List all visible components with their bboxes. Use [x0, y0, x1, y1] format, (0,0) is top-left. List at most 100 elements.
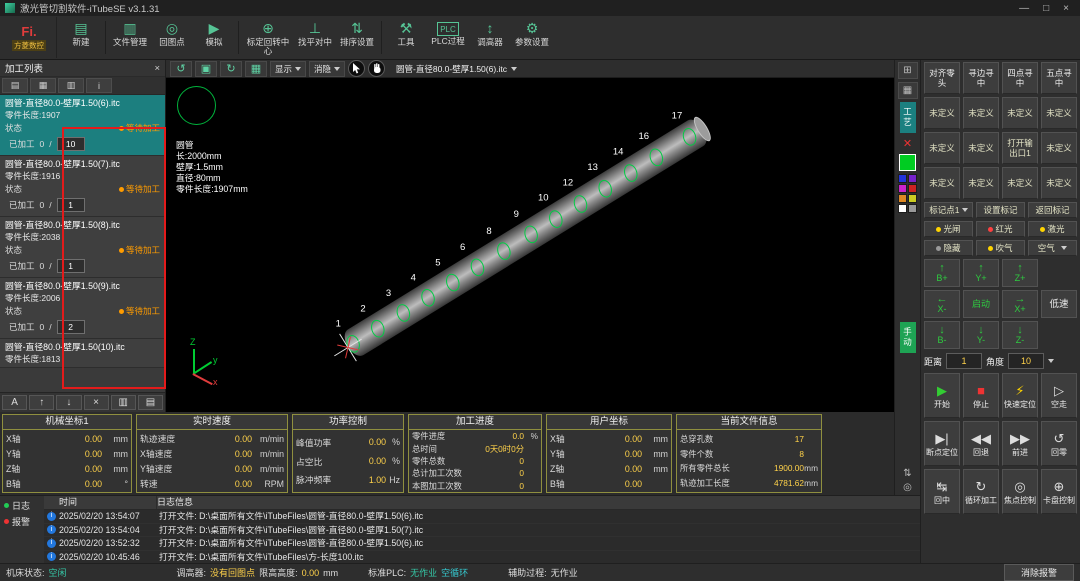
macro-button[interactable]: 未定义: [1002, 97, 1038, 129]
scroll-arrows-icon[interactable]: ⇅: [903, 468, 911, 479]
blow-toggle[interactable]: 吹气: [976, 240, 1025, 256]
capture-icon[interactable]: ⊞: [897, 62, 918, 79]
toolbar-simulate[interactable]: ▶ 模拟: [193, 17, 235, 58]
hide-menu[interactable]: 消隐: [309, 60, 346, 77]
color-swatch[interactable]: [898, 184, 907, 193]
five-point-center-button[interactable]: 五点寻中: [1041, 62, 1077, 94]
jog-b-minus[interactable]: ↓ B-: [924, 321, 960, 349]
column-view-icon[interactable]: ▥: [58, 78, 84, 93]
macro-button[interactable]: 未定义: [963, 167, 999, 199]
color-swatch[interactable]: [908, 184, 917, 193]
distance-input[interactable]: 1: [946, 353, 983, 369]
display-menu[interactable]: 显示: [270, 60, 307, 77]
list-item[interactable]: 圆管-直径80.0-壁厚1.50(9).itc 零件长度:2006 状态 等待加…: [0, 278, 165, 339]
jog-y-plus[interactable]: ↑ Y+: [963, 259, 999, 287]
clear-alarm-button[interactable]: 消除报警: [1003, 564, 1074, 581]
pan-tool[interactable]: [368, 60, 386, 77]
slow-speed-toggle[interactable]: 低速: [1041, 290, 1077, 318]
toolbar-plc[interactable]: PLC PLC过程: [427, 17, 469, 58]
start-jog-button[interactable]: 启动: [963, 290, 999, 318]
jog-x-minus[interactable]: ← X-: [924, 290, 960, 318]
macro-button[interactable]: 未定义: [924, 97, 960, 129]
macro-button[interactable]: 未定义: [1041, 132, 1077, 164]
gas-dropdown[interactable]: 空气: [1028, 240, 1077, 256]
jog-y-minus[interactable]: ↓ Y-: [963, 321, 999, 349]
orbit-icon[interactable]: ↺: [170, 60, 192, 77]
return-marker-button[interactable]: 返回标记: [1028, 202, 1077, 218]
macro-button[interactable]: 未定义: [963, 97, 999, 129]
stop-button[interactable]: ■ 停止: [963, 373, 999, 418]
chevron-down-icon[interactable]: [1048, 359, 1055, 363]
target-count-box[interactable]: 10: [56, 137, 85, 151]
toolbar-leveling[interactable]: ⊥ 找平对中: [294, 17, 336, 58]
maximize-button[interactable]: □: [1043, 3, 1049, 14]
fast-locate-button[interactable]: ⚡ 快速定位: [1002, 373, 1038, 418]
tab-manual[interactable]: 手动: [899, 322, 916, 353]
red-light-toggle[interactable]: 红光: [976, 221, 1025, 237]
hide-toggle[interactable]: 隐藏: [924, 240, 973, 256]
edge-center-button[interactable]: 寻边寻中: [963, 62, 999, 94]
open-output-button[interactable]: 打开输出口1: [1002, 132, 1038, 164]
tube[interactable]: 1 2 3 4 5 6 8 9 10 12 13 14 16 17: [336, 110, 712, 360]
color-swatch[interactable]: [908, 174, 917, 183]
grid-view-icon[interactable]: ▦: [30, 78, 56, 93]
rotate-view-icon[interactable]: ↻: [220, 60, 242, 77]
list-item[interactable]: 圆管-直径80.0-壁厚1.50(6).itc 零件长度:1907 状态 等待加…: [0, 95, 165, 156]
viewport-scene[interactable]: 圆管 长:2000mm 壁厚:1.5mm 直径:80mm 零件长度:1907mm…: [166, 78, 894, 412]
target-count-box[interactable]: 2: [56, 320, 85, 334]
log-row[interactable]: i 2025/02/20 13:54:04 打开文件: D:\桌面所有文件\iTub…: [44, 524, 920, 537]
jog-b-plus[interactable]: ↑ B+: [924, 259, 960, 287]
info-icon[interactable]: i: [86, 78, 112, 93]
log-row[interactable]: i 2025/02/20 10:45:46 打开文件: D:\桌面所有文件\iTub…: [44, 551, 920, 564]
grid-icon[interactable]: ▦: [245, 60, 267, 77]
macro-button[interactable]: 未定义: [963, 132, 999, 164]
home-button[interactable]: ↺ 回零: [1041, 421, 1077, 466]
trash-icon[interactable]: ▥: [110, 395, 136, 410]
log-row[interactable]: i 2025/02/20 13:54:07 打开文件: D:\桌面所有文件\iTub…: [44, 510, 920, 524]
breakpoint-locate-button[interactable]: ▶| 断点定位: [924, 421, 960, 466]
macro-button[interactable]: 未定义: [1041, 97, 1077, 129]
angle-input[interactable]: 10: [1008, 353, 1045, 369]
macro-button[interactable]: 未定义: [1041, 167, 1077, 199]
align-end-button[interactable]: 对齐零头: [924, 62, 960, 94]
log-row[interactable]: i 2025/02/20 13:52:32 打开文件: D:\桌面所有文件\iTub…: [44, 537, 920, 551]
toolbar-settings[interactable]: ⚙ 参数设置: [511, 17, 553, 58]
color-swatch[interactable]: [908, 204, 917, 213]
loop-process-button[interactable]: ↻ 循环加工: [963, 469, 999, 514]
laser-toggle[interactable]: 激光: [1028, 221, 1077, 237]
move-up-button[interactable]: ↑: [29, 395, 55, 410]
toolbar-file-manage[interactable]: ▥ 文件管理: [109, 17, 151, 58]
toolbar-height-controller[interactable]: ↕ 调高器: [469, 17, 511, 58]
viewport-3d[interactable]: ↺ ▣ ↻ ▦ 显示 消隐 圆管-直径80.0-壁厚1.50(6).itc 圆管…: [166, 60, 894, 412]
selected-color-swatch[interactable]: [899, 154, 916, 171]
current-file-dropdown[interactable]: 圆管-直径80.0-壁厚1.50(6).itc: [396, 63, 518, 75]
close-button[interactable]: ×: [1063, 3, 1069, 14]
close-icon[interactable]: ×: [154, 63, 160, 74]
target-count-box[interactable]: 1: [56, 198, 85, 212]
marker-point-dropdown[interactable]: 标记点1: [924, 202, 973, 218]
target-count-box[interactable]: 1: [56, 259, 85, 273]
pointer-tool[interactable]: [348, 60, 366, 77]
color-swatch[interactable]: [898, 204, 907, 213]
shutter-toggle[interactable]: 光闸: [924, 221, 973, 237]
target-icon[interactable]: ◎: [903, 482, 912, 493]
rewind-button[interactable]: ◀◀ 回退: [963, 421, 999, 466]
jog-x-plus[interactable]: → X+: [1002, 290, 1038, 318]
color-swatch[interactable]: [908, 194, 917, 203]
tab-alarm[interactable]: 报警: [4, 515, 40, 528]
macro-button[interactable]: 未定义: [924, 132, 960, 164]
list-view-icon[interactable]: ▤: [2, 78, 28, 93]
toolbar-sort-settings[interactable]: ⇅ 排序设置: [336, 17, 378, 58]
cube-view-icon[interactable]: ▣: [195, 60, 217, 77]
start-button[interactable]: ▶ 开始: [924, 373, 960, 418]
toolbar-new[interactable]: ▤ 新建: [60, 17, 102, 58]
jog-z-plus[interactable]: ↑ Z+: [1002, 259, 1038, 287]
remove-button[interactable]: ×: [83, 395, 109, 410]
jog-z-minus[interactable]: ↓ Z-: [1002, 321, 1038, 349]
toolbar-origin-point[interactable]: ◎ 回图点: [151, 17, 193, 58]
move-down-button[interactable]: ↓: [56, 395, 82, 410]
list-item[interactable]: 圆管-直径80.0-壁厚1.50(7).itc 零件长度:1916 状态 等待加…: [0, 156, 165, 217]
minimize-button[interactable]: —: [1019, 3, 1029, 14]
select-all-button[interactable]: A: [2, 395, 28, 410]
layers-icon[interactable]: ▦: [897, 82, 918, 99]
